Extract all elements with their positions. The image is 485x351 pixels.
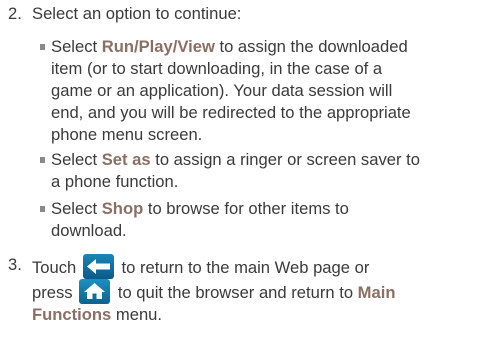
option-line-rest: to assign the downloaded	[214, 37, 408, 56]
option-keyword: Set as	[101, 150, 151, 169]
option-prefix: Select	[51, 199, 102, 218]
option-text: Select Shop to browse for other items to…	[51, 198, 481, 242]
option-line: game or an application). Your data sessi…	[51, 81, 393, 100]
option-line-rest: to browse for other items to	[143, 199, 349, 218]
option-keyword: Run/Play/View	[101, 37, 215, 56]
home-icon	[79, 279, 111, 304]
option-line: download.	[51, 221, 127, 240]
step-number: 2.	[8, 4, 22, 23]
option-line: item (or to start downloading, in the ca…	[51, 59, 383, 78]
step-line: Touch to return to the main Web page or	[32, 254, 480, 279]
option-line: Select Shop to browse for other items to	[51, 198, 481, 220]
step-line: press to quit the browser and return to …	[32, 279, 480, 304]
option-prefix: Select	[51, 150, 102, 169]
step-line: Functions menu.	[32, 304, 480, 326]
touch-text: Touch	[32, 258, 77, 277]
option-line-rest: to assign a ringer or screen saver to	[150, 150, 420, 169]
manual-page: 2. Select an option to continue: Select …	[0, 0, 485, 351]
menu-keyword-functions: Functions	[32, 305, 112, 324]
option-line: phone menu screen.	[51, 125, 203, 144]
option-line: Select Run/Play/View to assign the downl…	[51, 36, 481, 58]
option-line: Select Set as to assign a ringer or scre…	[51, 149, 481, 171]
after-home-text: to quit the browser and return to	[117, 283, 354, 302]
option-line: end, and you will be redirected to the a…	[51, 103, 411, 122]
step-number: 3.	[8, 255, 22, 274]
press-text: press	[32, 283, 73, 302]
back-arrow-icon	[82, 254, 114, 279]
option-text: Select Run/Play/View to assign the downl…	[51, 36, 481, 146]
bullet-icon	[40, 44, 45, 50]
step-text: Select an option to continue:	[32, 4, 242, 23]
menu-suffix: menu.	[115, 305, 163, 324]
after-back-text: to return to the main Web page or	[121, 258, 370, 277]
menu-keyword-main: Main	[357, 283, 396, 302]
option-keyword: Shop	[101, 199, 144, 218]
step-text: Touch to return to the main Web page or …	[32, 254, 480, 326]
bullet-icon	[40, 206, 45, 212]
option-text: Select Set as to assign a ringer or scre…	[51, 149, 481, 193]
bullet-icon	[40, 157, 45, 163]
option-line: a phone function.	[51, 172, 179, 191]
option-prefix: Select	[51, 37, 102, 56]
